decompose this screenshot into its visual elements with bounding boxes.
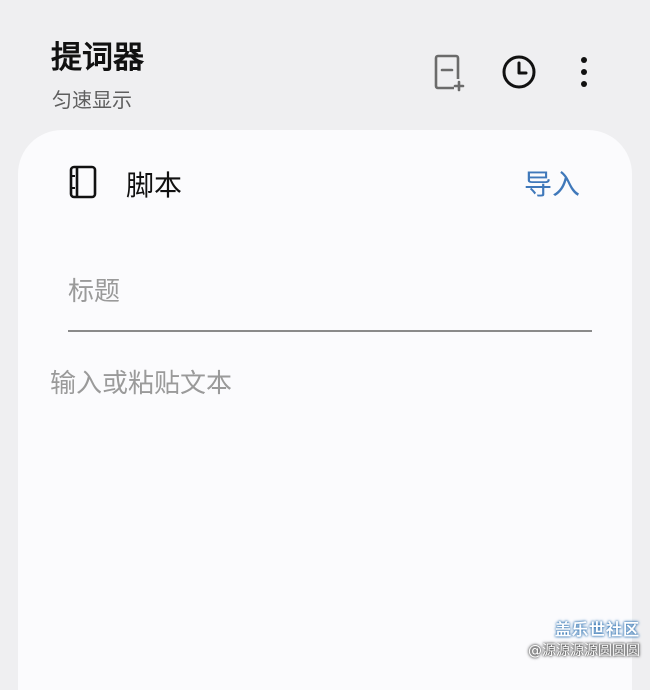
import-button[interactable]: 导入 — [524, 167, 580, 203]
script-card: 脚本 导入 — [18, 130, 632, 690]
script-text-area[interactable] — [50, 364, 610, 564]
watermark-user: @源源源源圆圆圆 — [528, 643, 640, 659]
watermark-brand: 盖乐世社区 — [554, 620, 640, 639]
more-options-button[interactable] — [564, 52, 604, 92]
new-page-button[interactable] — [429, 52, 469, 92]
title-input[interactable] — [68, 270, 592, 314]
title-field[interactable] — [68, 270, 592, 332]
section-label-script: 脚本 — [126, 169, 183, 202]
history-button[interactable] — [499, 52, 539, 92]
page-title: 提词器 — [51, 40, 144, 76]
more-vertical-icon — [581, 57, 587, 87]
history-clock-icon — [502, 55, 536, 89]
new-page-icon — [434, 54, 465, 92]
notebook-icon — [68, 164, 98, 200]
page-subtitle: 匀速显示 — [52, 88, 132, 112]
